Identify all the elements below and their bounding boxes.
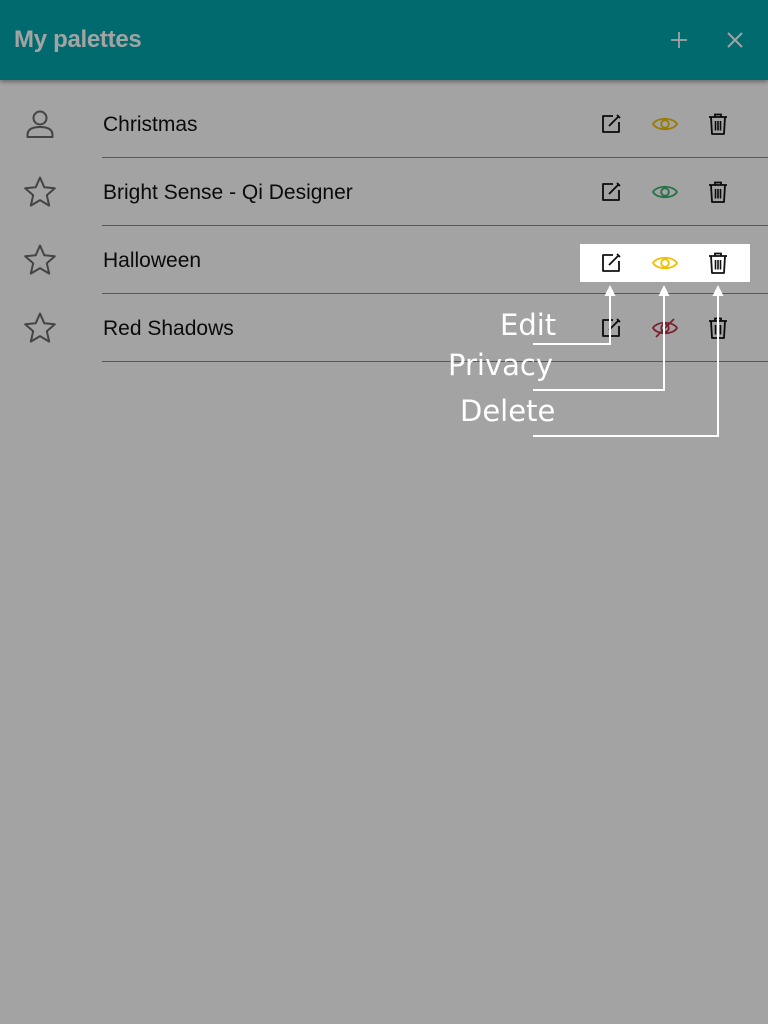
palettes-screen: My palettes Christmas Bright Sense - Qi …	[0, 0, 768, 1024]
palette-row[interactable]: Bright Sense - Qi Designer	[0, 158, 768, 226]
palette-name: Halloween	[103, 249, 202, 272]
edit-icon	[602, 114, 621, 133]
edit-button[interactable]	[597, 249, 625, 277]
edit-button[interactable]	[597, 314, 625, 342]
favorite-button[interactable]	[20, 310, 60, 346]
add-palette-button[interactable]	[663, 24, 695, 56]
page-title: My palettes	[14, 26, 142, 53]
edit-button[interactable]	[597, 178, 625, 206]
delete-button[interactable]	[704, 314, 732, 342]
palette-name: Christmas	[103, 113, 198, 136]
eye-icon	[651, 117, 679, 131]
edit-icon	[602, 182, 621, 201]
close-icon	[727, 32, 743, 48]
user-icon	[26, 110, 54, 138]
eye-off-icon	[651, 318, 679, 338]
delete-button[interactable]	[704, 249, 732, 277]
palette-row[interactable]: Red Shadows	[0, 294, 768, 362]
edit-icon	[602, 253, 621, 272]
palette-list: Christmas Bright Sense - Qi Designer Hal…	[0, 90, 768, 362]
palette-actions	[580, 104, 750, 144]
star-icon	[24, 176, 56, 207]
close-button[interactable]	[719, 24, 751, 56]
favorite-button[interactable]	[20, 242, 60, 278]
highlighted-palette-actions	[580, 244, 750, 282]
delete-button[interactable]	[704, 178, 732, 206]
privacy-button[interactable]	[651, 110, 679, 138]
palette-owner-button[interactable]	[20, 106, 60, 142]
edit-button[interactable]	[597, 110, 625, 138]
trash-icon	[709, 317, 727, 339]
row-divider	[102, 361, 768, 362]
app-header: My palettes	[0, 0, 768, 80]
privacy-button[interactable]	[651, 249, 679, 277]
star-icon	[24, 312, 56, 343]
palette-actions	[580, 308, 750, 348]
favorite-button[interactable]	[20, 174, 60, 210]
trash-icon	[709, 113, 727, 135]
eye-icon	[651, 185, 679, 199]
edit-icon	[602, 318, 621, 337]
delete-button[interactable]	[704, 110, 732, 138]
palette-actions	[580, 172, 750, 212]
star-icon	[24, 244, 56, 275]
palette-row[interactable]: Christmas	[0, 90, 768, 158]
trash-icon	[709, 181, 727, 203]
palette-name: Bright Sense - Qi Designer	[103, 181, 353, 204]
plus-icon	[671, 32, 687, 48]
eye-icon	[651, 256, 679, 270]
privacy-button[interactable]	[651, 314, 679, 342]
privacy-button[interactable]	[651, 178, 679, 206]
trash-icon	[709, 252, 727, 274]
palette-name: Red Shadows	[103, 317, 234, 340]
